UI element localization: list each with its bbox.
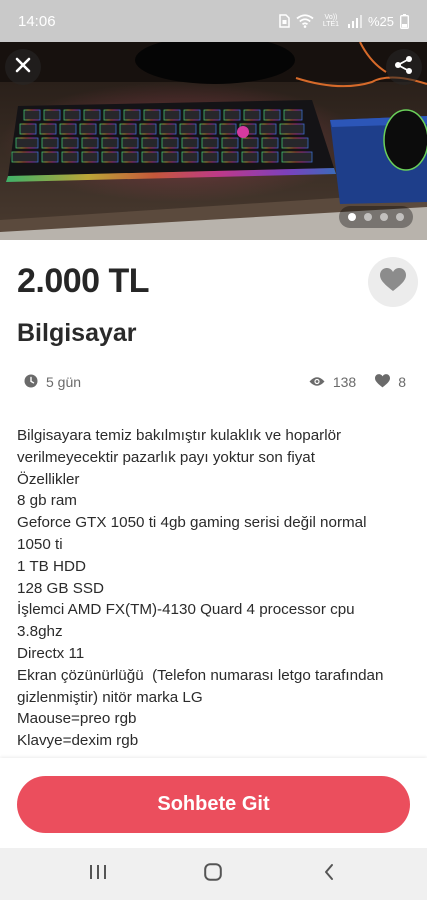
recent-apps-icon (89, 864, 107, 885)
battery-percent: %25 (367, 13, 394, 29)
carousel-dot[interactable] (348, 213, 356, 221)
status-bar: 14:06 Vo)) LTE1 %25 (0, 0, 427, 42)
view-count: 138 (332, 374, 357, 390)
listing-description: Bilgisayara temiz bakılmıştır kulaklık v… (17, 427, 384, 750)
heart-icon (380, 267, 406, 297)
wifi-icon (296, 14, 314, 28)
carousel-dot[interactable] (380, 213, 388, 221)
share-button[interactable] (386, 49, 422, 85)
battery-icon (400, 13, 409, 29)
system-nav-bar (0, 848, 427, 900)
posted-time: 5 gün (24, 374, 81, 391)
listing-title: Bilgisayar (17, 319, 137, 347)
listing-image-carousel[interactable] (0, 42, 427, 240)
listing-stats: 138 8 (309, 373, 406, 391)
like-count: 8 (398, 374, 406, 390)
status-icons: Vo)) LTE1 %25 (279, 13, 409, 29)
carousel-dot[interactable] (364, 213, 372, 221)
heart-icon (375, 373, 391, 391)
back-icon (323, 863, 335, 886)
eye-icon (309, 374, 325, 390)
status-time: 14:06 (18, 12, 56, 30)
favorite-button[interactable] (368, 257, 418, 307)
posted-ago: 5 gün (46, 374, 82, 390)
recent-apps-button[interactable] (68, 854, 128, 894)
home-button[interactable] (183, 854, 243, 894)
back-button[interactable] (299, 854, 359, 894)
clock-icon (24, 374, 38, 391)
chat-button[interactable]: Sohbete Git (17, 776, 410, 833)
signal-icon (347, 14, 362, 28)
close-icon (15, 57, 31, 78)
share-icon (394, 55, 414, 80)
listing-price: 2.000 TL (17, 262, 150, 300)
volte-label: Vo)) LTE1 (322, 14, 340, 28)
home-icon (204, 862, 223, 886)
view-stat: 138 (309, 374, 356, 390)
sim-icon (279, 14, 290, 28)
carousel-indicator (339, 206, 413, 228)
listing-meta: 5 gün 138 8 (24, 372, 406, 392)
carousel-dot[interactable] (396, 213, 404, 221)
close-button[interactable] (5, 49, 41, 85)
like-stat: 8 (375, 373, 406, 391)
